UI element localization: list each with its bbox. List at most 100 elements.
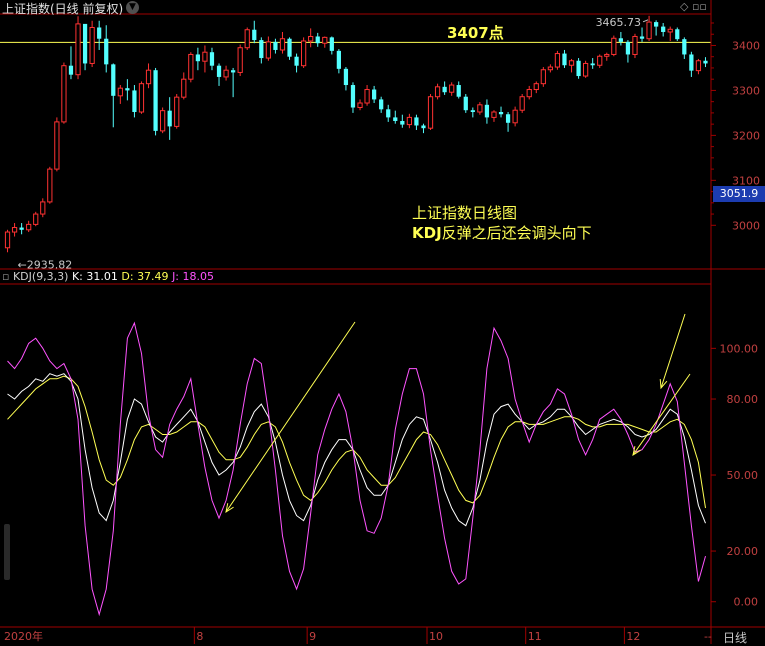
candle-body [414, 117, 419, 126]
price-tick-label: 3200 [732, 129, 760, 142]
candle-body [216, 65, 222, 77]
d-value: D: 37.49 [121, 270, 169, 283]
candle-body [590, 63, 595, 66]
candle-body [364, 89, 370, 104]
kdj-j-line [7, 321, 706, 617]
candle-body [449, 84, 455, 93]
kdj-series [7, 321, 706, 617]
candle-body [484, 104, 490, 118]
candle-body [597, 55, 603, 66]
j-value: J: 18.05 [172, 270, 214, 283]
candle-body [209, 52, 215, 66]
kdj-tick-label: 50.00 [727, 469, 759, 482]
candle-body [470, 110, 475, 113]
candle-body [97, 27, 102, 39]
candle-body [174, 96, 180, 127]
kdj-header: ▫ KDJ(9,3,3) K: 31.01 D: 37.49 J: 18.05 [2, 270, 214, 283]
kdj-expand-icon[interactable]: ▫ [2, 270, 9, 283]
x-tick-label: -- [704, 630, 712, 643]
candle-body [294, 56, 299, 66]
candle-body [562, 53, 567, 66]
candle-body [315, 36, 320, 44]
candle-body [33, 213, 39, 225]
candle-body [400, 120, 405, 125]
candle-body [11, 227, 18, 233]
candle-body [576, 60, 581, 77]
candle-body [259, 40, 264, 59]
high-price-label: 3465.73 [596, 16, 642, 29]
candle-body [675, 29, 680, 40]
kdj-d-line [7, 375, 706, 509]
arrow-down-right-upper [659, 313, 686, 390]
chart-canvas[interactable]: 300031003200330034000.0020.0050.0080.001… [0, 0, 765, 644]
k-value: K: 31.01 [71, 270, 118, 283]
kdj-k-line [7, 373, 706, 527]
candle-body [47, 168, 53, 203]
candle-body [604, 53, 610, 57]
candle-body [145, 69, 152, 85]
kdj-tick-label: 20.00 [727, 545, 759, 558]
settings-icon[interactable]: ◇ ▫▫ [680, 0, 707, 13]
candle-body [301, 40, 307, 67]
annotation-line1: 上证指数日线图 [412, 204, 518, 222]
candle-body [519, 96, 525, 111]
candle-body [512, 109, 518, 124]
candle-body [223, 69, 229, 78]
scrollbar[interactable] [4, 524, 10, 580]
candle-body [125, 88, 130, 91]
candle-body [68, 65, 74, 75]
candle-body [111, 64, 116, 96]
candle-body [568, 60, 575, 66]
candle-body [583, 62, 589, 77]
kdj-tick-label: 100.00 [720, 342, 759, 355]
candle-body [357, 102, 363, 109]
price-tick-label: 3400 [732, 39, 760, 52]
candle-body [661, 26, 666, 32]
candle-body [498, 112, 504, 115]
candle-body [533, 83, 539, 91]
candle-body [4, 231, 11, 249]
candle-body [427, 96, 434, 129]
candle-body [386, 109, 391, 118]
candle-body [350, 85, 356, 108]
candle-body [82, 23, 88, 64]
candle-body [611, 37, 617, 55]
candle-body [526, 89, 532, 98]
candle-body [231, 70, 236, 73]
chevron-down-icon[interactable]: ▼ [126, 1, 139, 14]
candle-body [703, 60, 708, 64]
candle-body [329, 37, 334, 51]
price-tick-label: 3300 [732, 84, 760, 97]
kdj-tick-label: 0.00 [734, 596, 759, 609]
period-button[interactable]: 日线 [723, 629, 747, 646]
candle-body [505, 114, 511, 123]
candle-body [632, 35, 638, 55]
candle-body [61, 65, 67, 123]
x-tick-label: 2020年 [4, 629, 43, 643]
kdj-label: KDJ(9,3,3) [12, 270, 69, 283]
candle-body [343, 68, 349, 86]
x-tick-label: 9 [309, 630, 316, 643]
candle-body [322, 36, 328, 44]
annotation-kdj: KDJ [412, 224, 442, 242]
candle-body [654, 22, 659, 27]
candle-body [104, 38, 109, 65]
candle-body [456, 85, 461, 97]
candle-body [547, 66, 553, 71]
candle-body [554, 53, 561, 68]
x-tick-label: 10 [429, 630, 443, 643]
candle-body [308, 35, 314, 42]
candle-body [244, 29, 250, 49]
candle-body [336, 50, 341, 69]
candle-body [463, 96, 468, 111]
candle-body [477, 104, 483, 113]
candle-body [273, 41, 278, 50]
candle-body [89, 26, 95, 64]
candle-body [19, 227, 24, 230]
current-price-tag: 3051.9 [713, 186, 765, 202]
candle-body [160, 110, 166, 132]
candle-body [406, 116, 412, 126]
x-tick-label: 11 [528, 630, 542, 643]
candle-body [40, 201, 46, 215]
candle-body [75, 23, 81, 76]
